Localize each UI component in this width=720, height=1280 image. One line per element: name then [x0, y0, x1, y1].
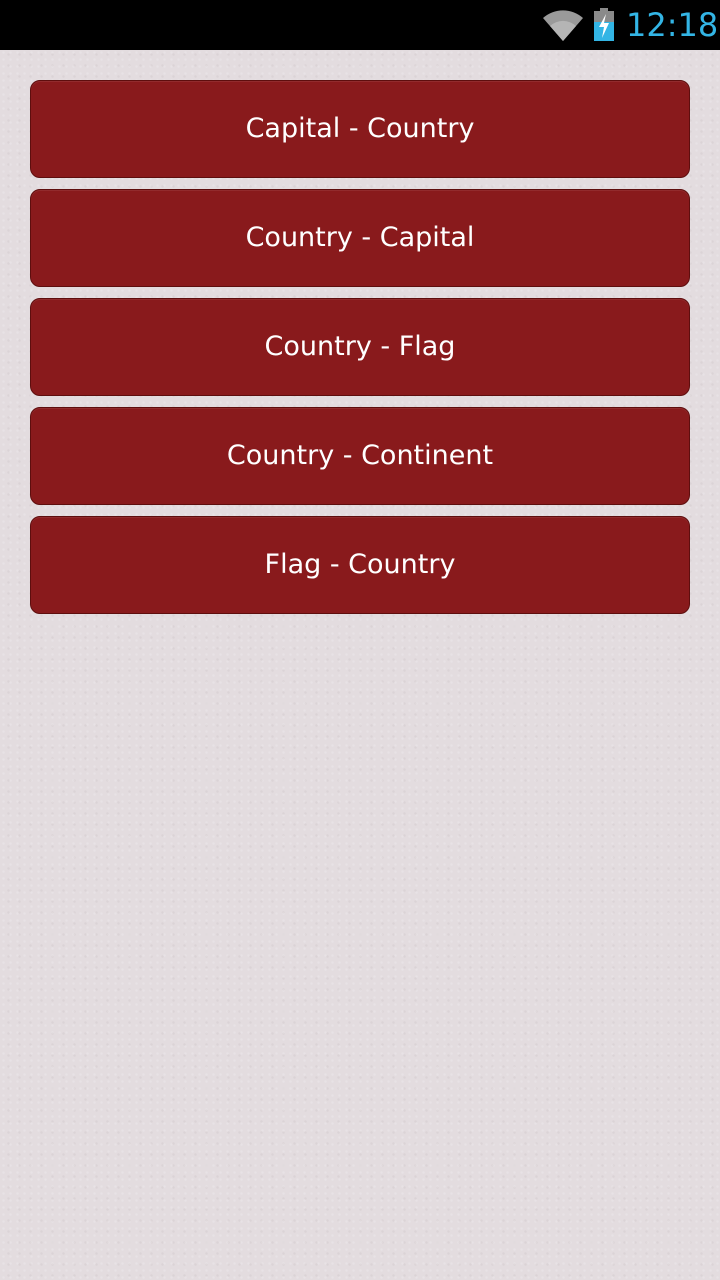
capital-country-button[interactable]: Capital - Country [30, 80, 690, 178]
country-capital-button[interactable]: Country - Capital [30, 189, 690, 287]
status-clock: 12:18 [626, 6, 719, 44]
battery-charging-icon [594, 8, 614, 41]
flag-country-button[interactable]: Flag - Country [30, 516, 690, 614]
status-bar: 12:18 [0, 0, 720, 50]
wifi-icon [543, 10, 583, 41]
country-continent-button[interactable]: Country - Continent [30, 407, 690, 505]
quiz-mode-menu: Capital - Country Country - Capital Coun… [30, 80, 690, 625]
country-flag-button[interactable]: Country - Flag [30, 298, 690, 396]
